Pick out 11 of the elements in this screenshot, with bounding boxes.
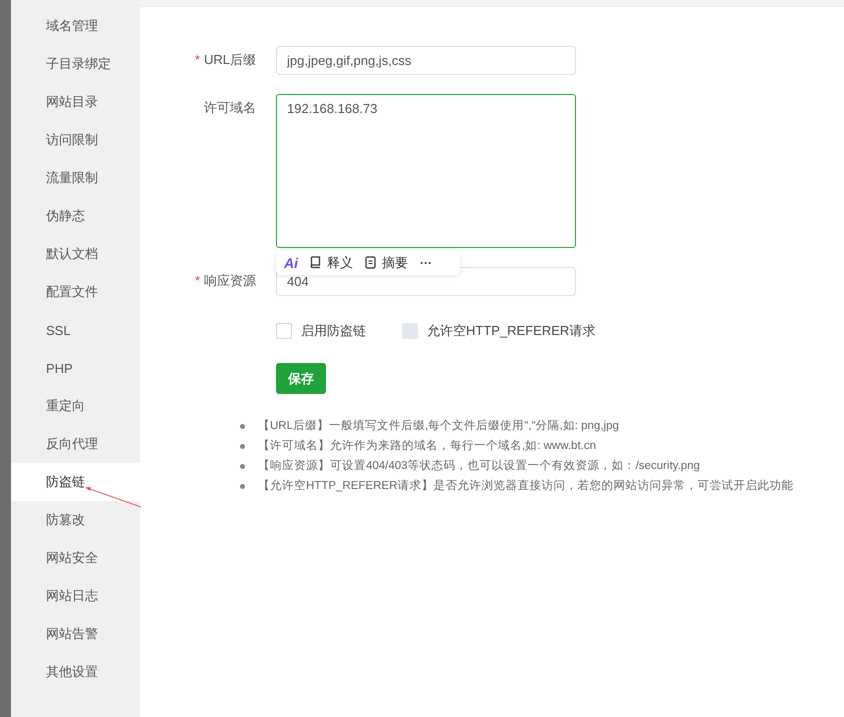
field-label-text: URL后缀 (204, 52, 256, 67)
required-mark: * (194, 273, 200, 288)
field-label-text: 许可域名 (204, 100, 256, 115)
note-text: 【允许空HTTP_REFERER请求】是否允许浏览器直接访问，若您的网站访问异常，可尝试开启此功能 (258, 478, 794, 494)
checkbox-label: 启用防盗链 (301, 322, 366, 340)
note-text: 【许可域名】允许作为来路的域名，每行一个域名,如: www.bt.cn (258, 438, 596, 454)
note-text: 【URL后缀】一般填写文件后缀,每个文件后缀使用","分隔,如: png,jpg (258, 418, 619, 434)
checkbox-label: 允许空HTTP_REFERER请求 (427, 322, 596, 340)
field-label-text: 响应资源 (204, 273, 256, 288)
note-text: 【响应资源】可设置404/403等状态码，也可以设置一个有效资源，如：/security.png (258, 458, 700, 474)
required-mark: * (194, 52, 200, 67)
